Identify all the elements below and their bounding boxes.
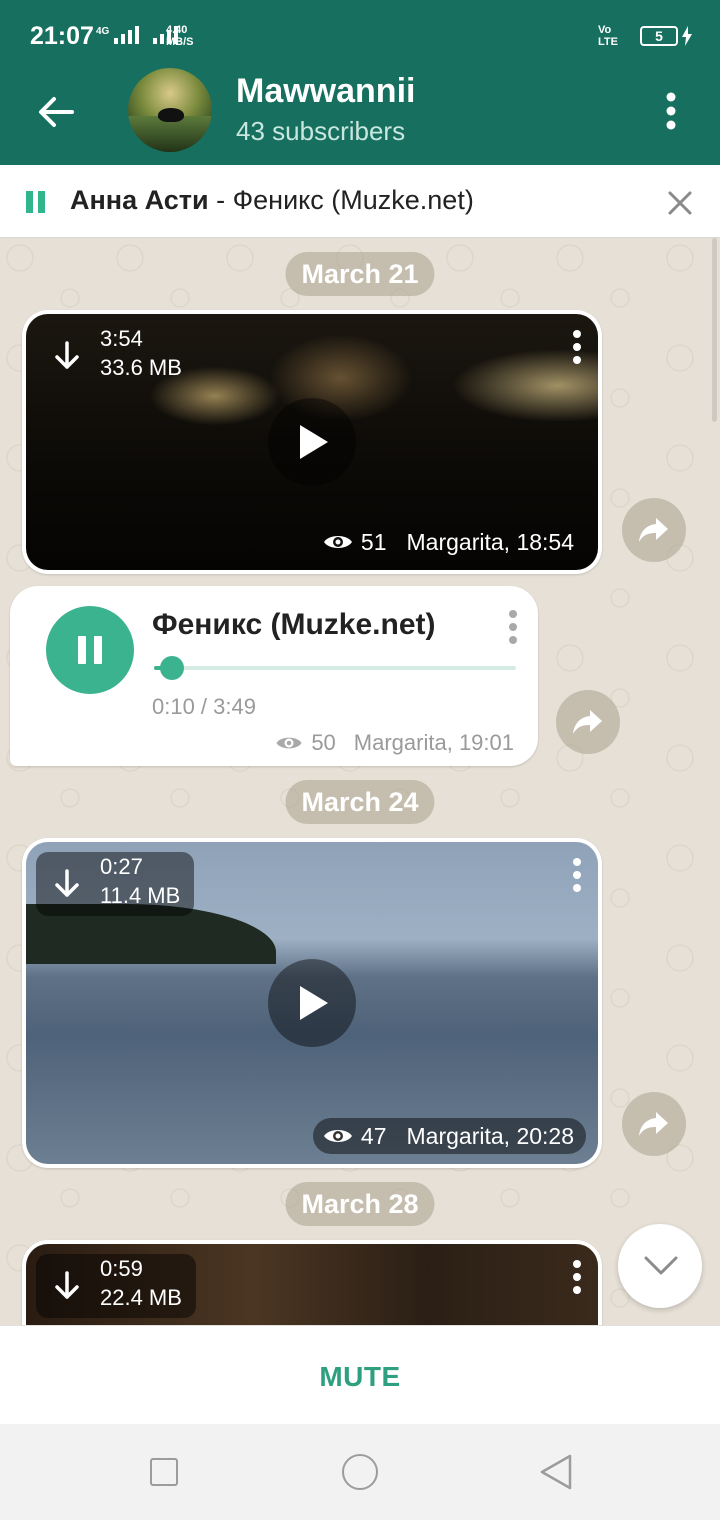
download-icon[interactable] — [52, 868, 82, 900]
now-playing-bar[interactable]: Анна Асти - Феникс (Muzke.net) — [0, 165, 720, 238]
message-meta: 50 Margarita, 19:01 — [275, 730, 514, 756]
scroll-down-button[interactable] — [618, 1224, 702, 1308]
video-duration: 0:27 — [100, 854, 143, 879]
share-button[interactable] — [556, 690, 620, 754]
video-size: 22.4 MB — [100, 1285, 182, 1310]
pause-icon[interactable] — [26, 191, 46, 213]
video-message[interactable]: 0:59 22.4 MB — [22, 1240, 602, 1325]
eye-icon — [323, 1130, 352, 1142]
date-separator: March 28 — [285, 1182, 435, 1226]
share-icon — [573, 710, 602, 734]
volte-icon: Vo LTE — [598, 24, 618, 48]
mute-button[interactable]: MUTE — [0, 1326, 720, 1425]
avatar[interactable] — [128, 68, 212, 152]
channel-header[interactable]: Mawwannii 43 subscribers — [0, 62, 720, 165]
home-icon[interactable] — [342, 1454, 378, 1490]
more-vert-icon[interactable] — [508, 610, 518, 646]
share-button[interactable] — [622, 1092, 686, 1156]
video-thumbnail[interactable]: 3:54 33.6 MB 51 Margarita, 18:54 — [26, 314, 598, 570]
more-vert-icon[interactable] — [572, 330, 582, 366]
eye-icon — [276, 737, 302, 749]
back-arrow-icon[interactable] — [32, 88, 80, 136]
bottom-bar: MUTE — [0, 1325, 720, 1424]
video-size: 11.4 MB — [100, 883, 181, 908]
audio-seekbar[interactable] — [154, 656, 516, 680]
scrollbar[interactable] — [712, 238, 717, 422]
download-info[interactable]: 0:27 11.4 MB — [36, 852, 195, 916]
close-icon[interactable] — [666, 189, 694, 217]
date-separator: March 21 — [285, 252, 435, 296]
video-message[interactable]: 3:54 33.6 MB 51 Margarita, 18:54 — [22, 310, 602, 574]
download-icon[interactable] — [52, 340, 82, 372]
charging-icon — [682, 26, 692, 46]
date-separator: March 24 — [285, 780, 435, 824]
video-duration: 3:54 — [100, 326, 143, 351]
recents-icon[interactable] — [150, 1458, 178, 1486]
audio-title: Феникс (Muzke.net) — [152, 608, 436, 641]
view-count: 47 — [360, 1123, 387, 1149]
network-speed: 4.40 MB/S — [166, 24, 194, 48]
play-icon — [300, 425, 328, 459]
battery-level: 5 — [655, 28, 663, 44]
nav-back-icon[interactable] — [538, 1452, 574, 1492]
download-icon[interactable] — [52, 1270, 82, 1302]
status-bar: 21:07 4G 4.40 MB/S Vo LTE 5 — [0, 0, 720, 62]
seekbar-thumb[interactable] — [160, 656, 185, 680]
download-info[interactable]: 3:54 33.6 MB — [36, 324, 196, 388]
battery-icon: 5 — [640, 26, 678, 46]
sender-time: Margarita, 20:28 — [406, 1123, 574, 1149]
play-icon — [300, 986, 328, 1020]
message-list[interactable]: March 21 3:54 33.6 MB 51 Margarita, 18:5… — [0, 238, 720, 1325]
chevron-down-icon — [644, 1256, 678, 1275]
now-playing-title: Анна Асти - Феникс (Muzke.net) — [70, 185, 474, 215]
video-thumbnail[interactable]: 0:59 22.4 MB — [26, 1244, 598, 1325]
video-message[interactable]: 0:27 11.4 MB 47 Margarita, 20:28 — [22, 838, 602, 1168]
channel-title: Mawwannii — [236, 72, 416, 110]
system-nav-bar — [0, 1424, 720, 1520]
view-count: 50 — [311, 730, 336, 755]
audio-message[interactable]: Феникс (Muzke.net) 0:10 / 3:49 50 Margar… — [10, 586, 538, 766]
sender-time: Margarita, 19:01 — [353, 730, 514, 755]
view-count: 51 — [360, 529, 387, 555]
play-button[interactable] — [268, 959, 356, 1047]
video-thumbnail[interactable]: 0:27 11.4 MB 47 Margarita, 20:28 — [26, 842, 598, 1164]
more-vert-icon[interactable] — [656, 90, 686, 132]
message-meta: 47 Margarita, 20:28 — [312, 1118, 586, 1154]
more-vert-icon[interactable] — [572, 1260, 582, 1296]
message-meta: 51 Margarita, 18:54 — [313, 524, 586, 560]
sender-time: Margarita, 18:54 — [406, 529, 574, 555]
subscriber-count: 43 subscribers — [236, 116, 406, 146]
play-button[interactable] — [268, 398, 356, 486]
share-icon — [639, 1112, 668, 1136]
download-info[interactable]: 0:59 22.4 MB — [36, 1254, 196, 1318]
share-icon — [639, 518, 668, 542]
video-duration: 0:59 — [100, 1256, 143, 1281]
eye-icon — [323, 536, 352, 548]
share-button[interactable] — [622, 498, 686, 562]
swan-image — [158, 108, 184, 122]
video-size: 33.6 MB — [100, 355, 182, 380]
audio-time: 0:10 / 3:49 — [152, 694, 256, 719]
status-time: 21:07 — [30, 22, 94, 50]
pause-button[interactable] — [46, 606, 134, 694]
more-vert-icon[interactable] — [572, 858, 582, 894]
